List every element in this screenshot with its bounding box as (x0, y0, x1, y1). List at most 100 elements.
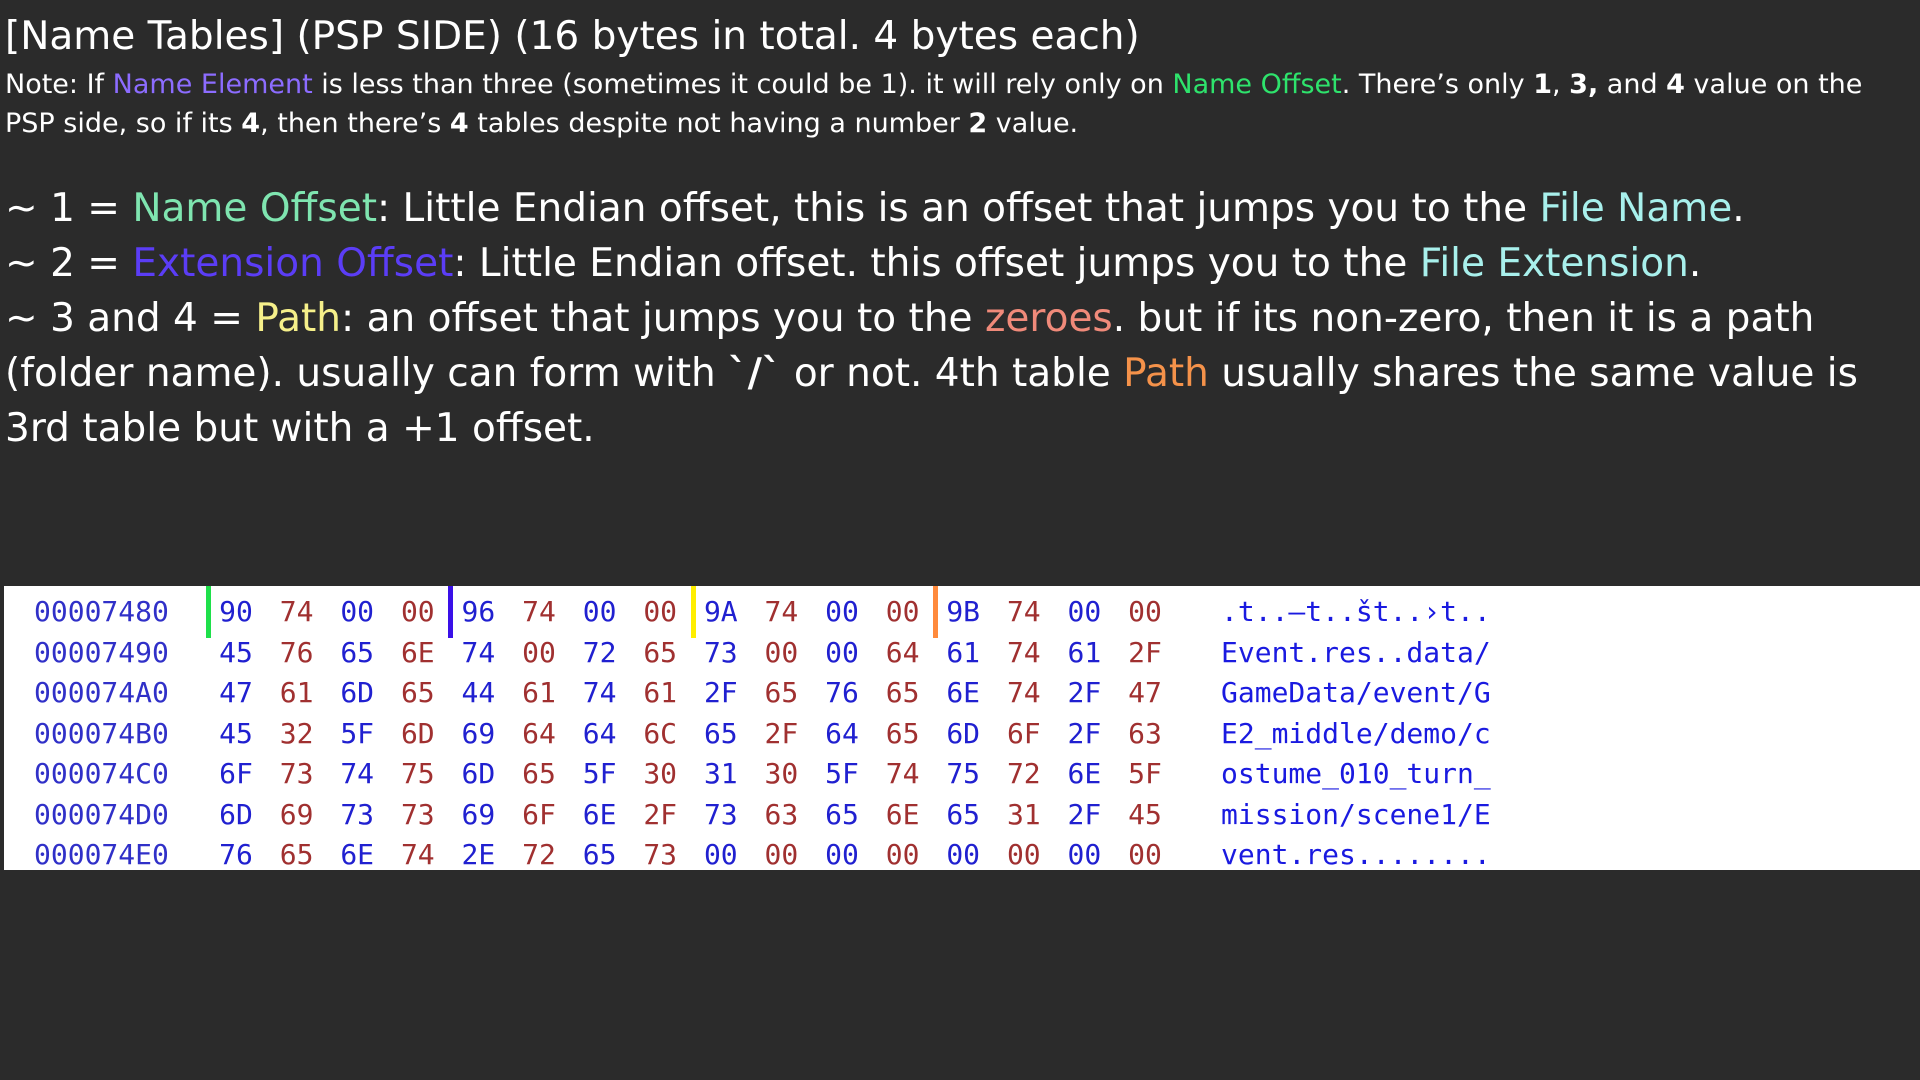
hex-byte: 74 (1006, 635, 1041, 669)
hex-byte: 64 (582, 716, 617, 750)
hex-byte: 45 (219, 635, 253, 669)
hex-byte: 72 (522, 838, 556, 871)
hex-byte: 74 (461, 635, 496, 669)
hex-byte: 73 (400, 797, 435, 831)
hex-byte: 2F (764, 716, 799, 750)
def3-zeroes: zeroes (984, 296, 1113, 341)
def3-term: Path (255, 296, 342, 341)
hex-byte: 73 (703, 797, 738, 831)
hex-byte: 72 (1006, 757, 1041, 790)
value-4-b: 4 (241, 108, 261, 139)
hex-byte: 00 (643, 595, 678, 628)
hex-byte: 00 (885, 595, 920, 628)
hex-row: 000074A0 47 61 6D 65 44 61 74 61 2F 65 76 65 6E 74 2F 47… (4, 673, 1920, 713)
hex-byte: 00 (1128, 838, 1162, 871)
hex-byte: 74 (582, 676, 617, 709)
def3-text3: or not. 4th table (781, 351, 1124, 396)
hex-byte: 6E (885, 797, 920, 831)
hex-byte: 6E (946, 676, 981, 709)
hex-byte: 6D (219, 797, 253, 831)
hex-byte: 2F (1067, 676, 1102, 709)
hex-row: 000074D0 6D 69 73 73 69 6F 6E 2F 73 63 65 6E 65 31 2F 45… (4, 795, 1920, 835)
hex-byte: 74 (400, 838, 435, 871)
hex-byte: 76 (219, 838, 253, 871)
def2-target: File Extension (1419, 241, 1689, 286)
page-title: [Name Tables] (PSP SIDE) (16 bytes in to… (5, 14, 1140, 59)
hex-byte: 6F (219, 757, 253, 790)
hex-byte: 2F (643, 797, 678, 831)
def1-prefix: ~ 1 = (5, 186, 133, 231)
hex-byte: 00 (764, 838, 799, 871)
hex-byte: 64 (522, 716, 556, 750)
hex-byte: 00 (1067, 595, 1102, 628)
hex-offset: 00007490 (34, 635, 169, 669)
hex-byte: 6D (400, 716, 435, 750)
hex-byte: 61 (279, 676, 314, 709)
hex-dump-panel: 00007480 90 74 00 00 96 74 00 00 9A 74 00 00 9B 74 00 00… (4, 586, 1920, 871)
note-paragraph: Note: If Name Element is less than three… (5, 65, 1910, 143)
note-text-2: is less than three (sometimes it could b… (312, 69, 1173, 100)
hex-byte: 75 (946, 757, 981, 790)
hex-byte: 76 (825, 676, 859, 709)
value-4-c: 4 (449, 108, 469, 139)
hex-ascii: mission/scene1/E (1221, 797, 1491, 831)
hex-byte: 45 (219, 716, 253, 750)
hex-byte: 61 (643, 676, 678, 709)
hex-offset: 000074D0 (34, 797, 169, 831)
hex-byte: 6F (1006, 716, 1041, 750)
hex-byte: 65 (279, 838, 314, 871)
table-boundary-marker (206, 586, 211, 638)
hex-ascii: E2_middle/demo/c (1221, 716, 1491, 750)
hex-byte: 2F (1128, 635, 1162, 669)
hex-row: 000074E0 76 65 6E 74 2E 72 65 73 00 00 00 00 00 00 00 00… (4, 835, 1920, 875)
hex-byte: 74 (1006, 676, 1041, 709)
hex-byte: 00 (400, 595, 435, 628)
hex-byte: 5F (825, 757, 859, 790)
hex-byte: 73 (279, 757, 314, 790)
hex-byte: 73 (643, 838, 678, 871)
hex-byte: 6D (340, 676, 375, 709)
hex-byte: 6D (461, 757, 496, 790)
def3-slash: `/` (728, 351, 782, 396)
table-boundary-marker (933, 586, 939, 638)
hex-byte: 63 (1128, 716, 1162, 750)
def3-text: : an offset that jumps you to the (341, 296, 985, 341)
hex-row: 00007490 45 76 65 6E 74 00 72 65 73 00 00 64 61 74 61 2F… (4, 633, 1920, 673)
hex-byte: 5F (340, 716, 375, 750)
hex-byte: 00 (703, 838, 738, 871)
hex-byte: 6D (946, 716, 981, 750)
hex-byte: 30 (764, 757, 799, 790)
note-text-1: Note: If (5, 69, 113, 100)
hex-byte: 6E (582, 797, 617, 831)
def2-text: : Little Endian offset. this offset jump… (453, 241, 1420, 286)
hex-byte: 2E (461, 838, 496, 871)
hex-offset: 00007480 (34, 595, 169, 628)
def1-text: : Little Endian offset, this is an offse… (377, 186, 1540, 231)
value-2: 2 (968, 108, 988, 139)
hex-byte: 9A (703, 595, 738, 628)
hex-byte: 74 (1006, 595, 1041, 628)
hex-byte: 72 (582, 635, 617, 669)
hex-byte: 2F (1067, 797, 1102, 831)
hex-byte: 6E (400, 635, 435, 669)
hex-byte: 2F (703, 676, 738, 709)
definition-extension-offset: ~ 2 = Extension Offset: Little Endian of… (5, 236, 1915, 291)
def2-end: . (1688, 241, 1702, 286)
hex-byte: 65 (582, 838, 617, 871)
definition-name-offset: ~ 1 = Name Offset: Little Endian offset,… (5, 181, 1915, 236)
hex-ascii: Event.res..data/ (1221, 635, 1491, 669)
def1-end: . (1732, 186, 1745, 231)
name-element-term: Name Element (112, 69, 313, 100)
hex-byte: 76 (279, 635, 314, 669)
hex-byte: 44 (461, 676, 496, 709)
hex-row: 000074B0 45 32 5F 6D 69 64 64 6C 65 2F 64 65 6D 6F 2F 63… (4, 714, 1920, 754)
hex-byte: 74 (340, 757, 375, 790)
note-text-7: value. (987, 108, 1079, 139)
hex-byte: 6F (522, 797, 556, 831)
hex-byte: 65 (340, 635, 375, 669)
hex-byte: 6E (340, 838, 375, 871)
value-1: 1 (1533, 69, 1552, 100)
hex-byte: 64 (825, 716, 859, 750)
hex-byte: 00 (825, 595, 859, 628)
hex-offset: 000074C0 (34, 757, 169, 790)
